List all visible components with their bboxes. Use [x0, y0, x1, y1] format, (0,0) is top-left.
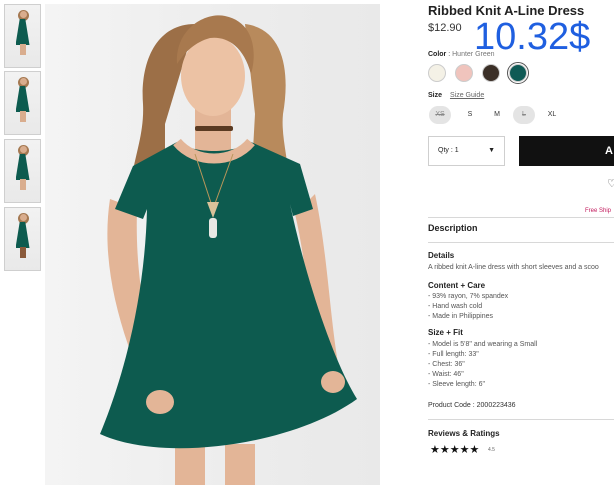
care-line: - 93% rayon, 7% spandex [428, 293, 509, 300]
main-product-image[interactable] [45, 4, 380, 485]
description-heading[interactable]: Description [428, 223, 478, 233]
thumbnail-3[interactable] [4, 139, 41, 203]
size-s[interactable]: S [459, 106, 481, 124]
care-line: - Made in Philippines [428, 313, 493, 320]
size-fit-heading: Size + Fit [428, 328, 463, 337]
size-xs[interactable]: XS [429, 106, 451, 124]
size-xl[interactable]: XL [541, 106, 563, 124]
quantity-value: Qty : 1 [438, 147, 459, 154]
reviews-heading[interactable]: Reviews & Ratings [428, 429, 500, 438]
fit-line: - Model is 5'8" and wearing a Small [428, 341, 538, 348]
fit-line: - Full length: 33" [428, 351, 479, 358]
content-care-heading: Content + Care [428, 281, 486, 290]
heart-icon[interactable]: ♡ [607, 177, 614, 190]
thumbnail-4[interactable] [4, 207, 41, 271]
color-label-row: Color : Hunter Green [428, 51, 495, 58]
size-label-row: Size Size Guide [428, 92, 484, 99]
thumbnail-2[interactable] [4, 71, 41, 135]
fit-line: - Chest: 36" [428, 361, 465, 368]
care-line: - Hand wash cold [428, 303, 483, 310]
swatch-blush[interactable] [455, 64, 473, 82]
product-code: Product Code : 2000223436 [428, 402, 516, 409]
quantity-select[interactable]: Qty : 1 ▼ [428, 136, 505, 166]
size-label: Size [428, 92, 443, 99]
model-illustration [100, 15, 357, 485]
fit-line: - Waist: 46" [428, 371, 464, 378]
divider [428, 217, 614, 218]
swatch-cream[interactable] [428, 64, 446, 82]
size-m[interactable]: M [486, 106, 508, 124]
swatch-brown[interactable] [482, 64, 500, 82]
product-price: $12.90 [428, 22, 462, 34]
size-l[interactable]: L [513, 106, 535, 124]
swatch-hunter-green[interactable] [507, 62, 529, 84]
rating-value: 4.5 [488, 447, 495, 453]
thumbnail-1[interactable] [4, 4, 41, 68]
color-label: Color [428, 51, 447, 58]
details-heading: Details [428, 251, 455, 260]
size-guide-link[interactable]: Size Guide [450, 92, 484, 99]
caret-down-icon: ▼ [488, 147, 495, 154]
divider [428, 242, 614, 243]
divider [428, 419, 614, 420]
star-rating-icons[interactable]: ★★★★★ [430, 443, 479, 456]
free-shipping-text: Free Ship [585, 208, 612, 214]
selected-color-name: Hunter Green [452, 51, 495, 58]
fit-line: - Sleeve length: 6" [428, 381, 485, 388]
details-text: A ribbed knit A-line dress with short sl… [428, 264, 599, 271]
add-to-bag-button[interactable]: A [519, 136, 614, 166]
